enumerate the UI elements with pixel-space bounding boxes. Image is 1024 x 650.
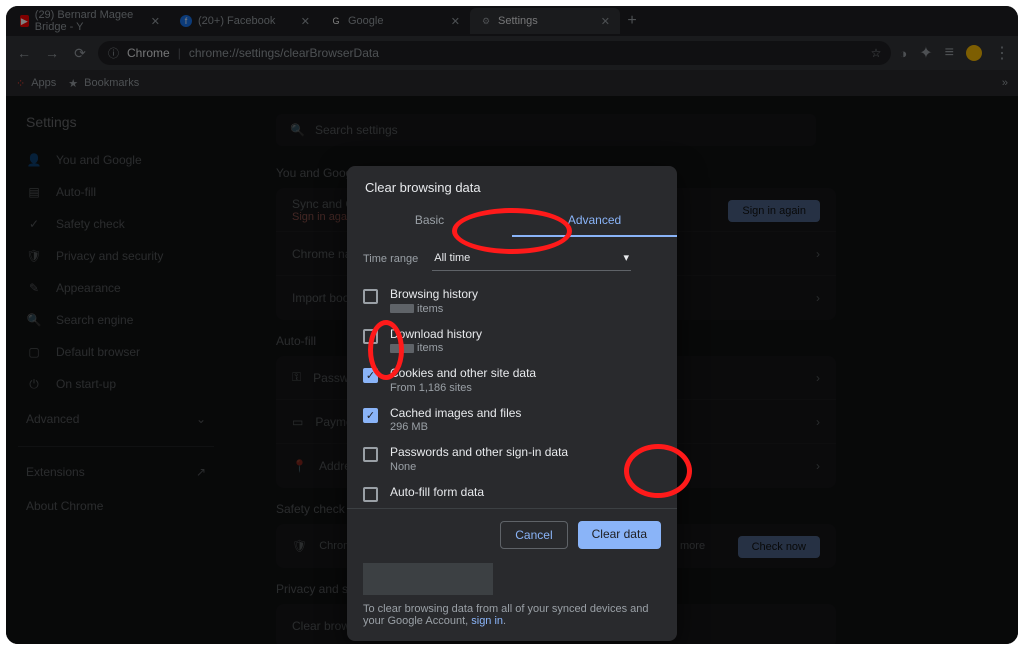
dropdown-icon: ▾ (623, 251, 629, 264)
checkbox[interactable] (363, 447, 378, 462)
option-title: Download history (390, 327, 482, 343)
cancel-button[interactable]: Cancel (500, 521, 567, 549)
clear-option[interactable]: Browsing historyitems (347, 281, 677, 321)
clear-option[interactable]: Auto-fill form data (347, 479, 677, 508)
checkbox[interactable]: ✓ (363, 408, 378, 423)
time-range-row: Time range All time ▾ (347, 237, 677, 281)
placeholder-box (363, 563, 493, 595)
sign-in-link[interactable]: sign in (471, 615, 503, 627)
clear-option[interactable]: Passwords and other sign-in dataNone (347, 439, 677, 479)
modal-title: Clear browsing data (347, 166, 677, 205)
checkbox[interactable]: ✓ (363, 368, 378, 383)
redacted-count (390, 344, 414, 353)
clear-option[interactable]: ✓ Cookies and other site dataFrom 1,186 s… (347, 360, 677, 400)
checkbox[interactable] (363, 487, 378, 502)
option-title: Browsing history (390, 287, 478, 303)
option-title: Passwords and other sign-in data (390, 445, 568, 461)
redacted-count (390, 304, 414, 313)
clear-data-button[interactable]: Clear data (578, 521, 661, 549)
modal-tabs: Basic Advanced (347, 205, 677, 237)
time-range-label: Time range (363, 253, 418, 265)
option-subtitle: items (390, 342, 482, 354)
option-subtitle: 296 MB (390, 421, 521, 433)
checkbox[interactable] (363, 289, 378, 304)
option-title: Auto-fill form data (390, 485, 484, 501)
option-subtitle: None (390, 461, 568, 473)
time-range-value: All time (434, 252, 470, 264)
sync-footer: To clear browsing data from all of your … (363, 603, 661, 627)
clear-option[interactable]: ✓ Cached images and files296 MB (347, 400, 677, 440)
time-range-select[interactable]: All time ▾ (432, 247, 631, 271)
option-subtitle: items (390, 303, 478, 315)
option-title: Cached images and files (390, 406, 521, 422)
checkbox[interactable] (363, 329, 378, 344)
clear-option[interactable]: Download historyitems (347, 321, 677, 361)
clear-data-modal: Clear browsing data Basic Advanced Time … (347, 166, 677, 641)
modal-actions: Cancel Clear data (347, 508, 677, 563)
tab-basic[interactable]: Basic (347, 205, 512, 237)
footer-text: To clear browsing data from all of your … (363, 603, 649, 627)
tab-advanced[interactable]: Advanced (512, 205, 677, 237)
option-subtitle: From 1,186 sites (390, 382, 536, 394)
option-title: Cookies and other site data (390, 366, 536, 382)
